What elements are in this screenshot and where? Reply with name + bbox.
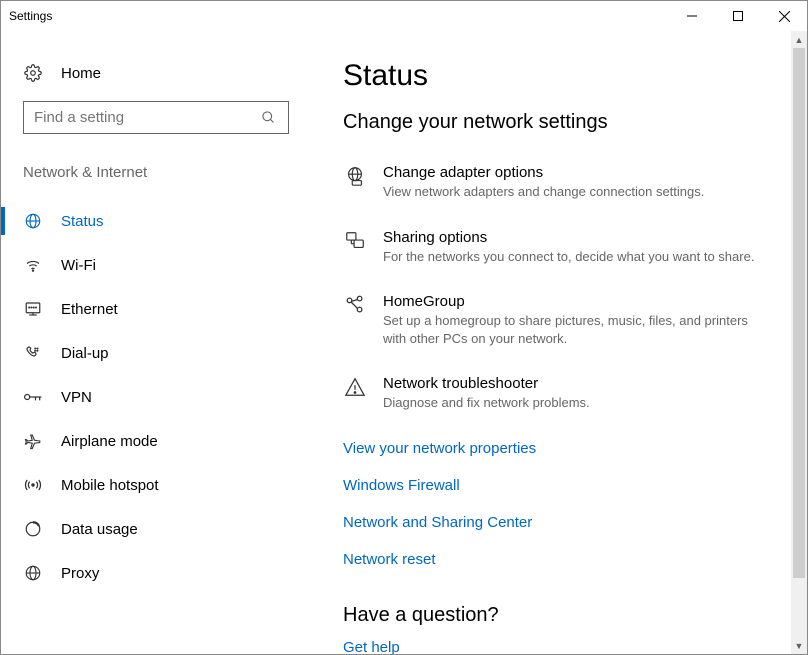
sidebar: Home Network & Internet Status Wi-Fi bbox=[1, 31, 311, 654]
search-icon bbox=[258, 108, 278, 128]
option-sharing[interactable]: Sharing options For the networks you con… bbox=[343, 229, 767, 266]
ethernet-icon bbox=[23, 299, 43, 319]
option-troubleshooter[interactable]: Network troubleshooter Diagnose and fix … bbox=[343, 375, 767, 412]
link-windows-firewall[interactable]: Windows Firewall bbox=[343, 477, 767, 494]
option-title: HomeGroup bbox=[383, 293, 767, 310]
option-title: Network troubleshooter bbox=[383, 375, 590, 392]
proxy-icon bbox=[23, 563, 43, 583]
sidebar-item-hotspot[interactable]: Mobile hotspot bbox=[1, 463, 311, 507]
warning-icon bbox=[343, 377, 367, 397]
sidebar-item-dialup[interactable]: Dial-up bbox=[1, 331, 311, 375]
main-content: Status Change your network settings Chan… bbox=[311, 31, 807, 654]
scroll-up-icon[interactable]: ▲ bbox=[791, 31, 807, 48]
option-sub: For the networks you connect to, decide … bbox=[383, 248, 754, 266]
section-heading: Change your network settings bbox=[343, 111, 767, 134]
option-adapter[interactable]: Change adapter options View network adap… bbox=[343, 164, 767, 201]
home-button[interactable]: Home bbox=[1, 53, 311, 101]
page-title: Status bbox=[343, 59, 767, 93]
sidebar-item-label: Status bbox=[61, 213, 104, 230]
search-field[interactable] bbox=[34, 109, 258, 126]
sidebar-item-label: VPN bbox=[61, 389, 92, 406]
link-view-properties[interactable]: View your network properties bbox=[343, 440, 767, 457]
wifi-icon bbox=[23, 255, 43, 275]
scrollbar-thumb[interactable] bbox=[793, 48, 805, 578]
sidebar-item-vpn[interactable]: VPN bbox=[1, 375, 311, 419]
sidebar-item-label: Ethernet bbox=[61, 301, 118, 318]
scrollbar[interactable]: ▲ ▼ bbox=[791, 31, 807, 654]
vpn-icon bbox=[23, 387, 43, 407]
minimize-button[interactable] bbox=[669, 1, 715, 31]
option-homegroup[interactable]: HomeGroup Set up a homegroup to share pi… bbox=[343, 293, 767, 347]
sidebar-item-ethernet[interactable]: Ethernet bbox=[1, 287, 311, 331]
maximize-button[interactable] bbox=[715, 1, 761, 31]
phone-icon bbox=[23, 343, 43, 363]
gear-icon bbox=[23, 63, 43, 83]
link-network-reset[interactable]: Network reset bbox=[343, 551, 767, 568]
section-title: Network & Internet bbox=[1, 156, 311, 199]
hotspot-icon bbox=[23, 475, 43, 495]
option-title: Sharing options bbox=[383, 229, 754, 246]
option-sub: Set up a homegroup to share pictures, mu… bbox=[383, 312, 767, 347]
link-get-help[interactable]: Get help bbox=[343, 639, 767, 654]
sidebar-item-label: Wi-Fi bbox=[61, 257, 96, 274]
sidebar-item-label: Airplane mode bbox=[61, 433, 158, 450]
data-usage-icon bbox=[23, 519, 43, 539]
option-title: Change adapter options bbox=[383, 164, 704, 181]
homegroup-icon bbox=[343, 295, 367, 315]
sidebar-item-label: Proxy bbox=[61, 565, 99, 582]
globe-icon bbox=[23, 211, 43, 231]
scroll-down-icon[interactable]: ▼ bbox=[791, 637, 807, 654]
option-sub: Diagnose and fix network problems. bbox=[383, 394, 590, 412]
close-button[interactable] bbox=[761, 1, 807, 31]
sidebar-item-label: Mobile hotspot bbox=[61, 477, 159, 494]
sidebar-item-label: Dial-up bbox=[61, 345, 109, 362]
titlebar: Settings bbox=[1, 1, 807, 31]
link-network-sharing-center[interactable]: Network and Sharing Center bbox=[343, 514, 767, 531]
sidebar-item-datausage[interactable]: Data usage bbox=[1, 507, 311, 551]
sidebar-item-status[interactable]: Status bbox=[1, 199, 311, 243]
sidebar-item-label: Data usage bbox=[61, 521, 138, 538]
option-sub: View network adapters and change connect… bbox=[383, 183, 704, 201]
sidebar-item-wifi[interactable]: Wi-Fi bbox=[1, 243, 311, 287]
home-label: Home bbox=[61, 65, 101, 82]
search-input[interactable] bbox=[23, 101, 289, 134]
adapter-icon bbox=[343, 166, 367, 186]
sharing-icon bbox=[343, 231, 367, 251]
sidebar-item-proxy[interactable]: Proxy bbox=[1, 551, 311, 595]
airplane-icon bbox=[23, 431, 43, 451]
sidebar-item-airplane[interactable]: Airplane mode bbox=[1, 419, 311, 463]
window-title: Settings bbox=[9, 9, 52, 23]
have-a-question-heading: Have a question? bbox=[343, 604, 767, 627]
